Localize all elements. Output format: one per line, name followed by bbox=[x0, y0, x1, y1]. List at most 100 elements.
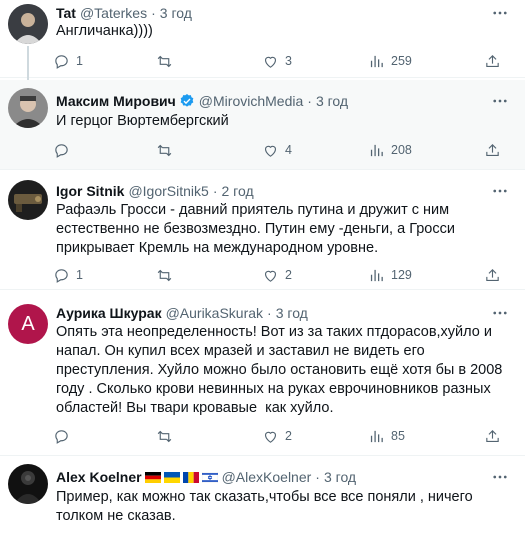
retweet-icon bbox=[157, 144, 172, 156]
retweet-icon bbox=[157, 430, 172, 442]
reply-button[interactable]: 1 bbox=[53, 51, 83, 71]
display-name[interactable]: Аурика Шкурак bbox=[56, 304, 162, 322]
share-icon bbox=[486, 143, 499, 156]
tweet-sitnik[interactable]: Igor Sitnik @IgorSitnik5 · 2 год Рафаэль… bbox=[0, 170, 525, 290]
timestamp[interactable]: 3 год bbox=[160, 4, 192, 22]
heart-icon bbox=[264, 56, 277, 68]
tweet-actions: 4 208 bbox=[48, 140, 508, 160]
separator-dot: · bbox=[307, 93, 312, 109]
display-name[interactable]: Igor Sitnik bbox=[56, 182, 124, 200]
views-icon bbox=[370, 269, 383, 281]
views-button[interactable]: 129 bbox=[368, 265, 412, 285]
more-options-icon[interactable] bbox=[491, 92, 509, 110]
more-options-icon[interactable] bbox=[491, 4, 509, 22]
views-button[interactable]: 208 bbox=[368, 140, 412, 160]
tweet-text: Рафаэль Гросси - давний приятель путина … bbox=[56, 202, 459, 256]
tweet-header: Максим Мирович @MirovichMedia · 3 год bbox=[56, 92, 348, 110]
views-icon bbox=[370, 144, 383, 156]
reply-icon bbox=[55, 268, 68, 283]
like-button[interactable]: 2 bbox=[262, 426, 292, 446]
tweet-text: Пример, как можно так сказать,чтобы все … bbox=[56, 489, 477, 524]
separator-dot: · bbox=[212, 183, 218, 199]
heart-icon bbox=[264, 145, 277, 157]
retweet-icon bbox=[157, 269, 172, 281]
germany-flag-icon bbox=[144, 471, 161, 483]
reply-button[interactable] bbox=[53, 140, 76, 160]
user-handle[interactable]: @IgorSitnik5 bbox=[128, 182, 208, 200]
heart-icon bbox=[264, 270, 277, 282]
avatar[interactable] bbox=[8, 4, 48, 44]
timestamp[interactable]: 3 год bbox=[324, 468, 356, 486]
reply-icon bbox=[55, 54, 68, 69]
tweet-text: Англичанка)))) bbox=[56, 23, 153, 39]
views-button[interactable]: 85 bbox=[368, 426, 405, 446]
moldova-flag-icon bbox=[182, 471, 199, 483]
tweet-text: И герцог Вюртембергский bbox=[56, 113, 229, 129]
retweet-icon bbox=[157, 55, 172, 67]
views-button[interactable]: 259 bbox=[368, 51, 412, 71]
retweet-button[interactable] bbox=[156, 51, 179, 71]
tweet-header: Alex Koelner @AlexKoelner · 3 год bbox=[56, 468, 356, 486]
share-icon bbox=[486, 268, 499, 281]
reply-count: 1 bbox=[76, 54, 83, 68]
more-options-icon[interactable] bbox=[491, 304, 509, 322]
avatar[interactable] bbox=[8, 464, 48, 504]
tweet-actions: 1 2 129 bbox=[48, 265, 508, 285]
user-handle[interactable]: @AurikaSkurak bbox=[166, 304, 263, 322]
tweet-koelner[interactable]: Alex Koelner @AlexKoelner · 3 год Пример… bbox=[0, 456, 525, 536]
views-icon bbox=[370, 430, 383, 442]
user-handle[interactable]: @AlexKoelner bbox=[222, 468, 312, 486]
view-count: 129 bbox=[391, 268, 412, 282]
reply-count: 1 bbox=[76, 268, 83, 282]
share-button[interactable] bbox=[484, 265, 501, 285]
timestamp[interactable]: 3 год bbox=[316, 92, 348, 110]
view-count: 259 bbox=[391, 54, 412, 68]
reply-icon bbox=[55, 429, 68, 444]
tweet-skurak[interactable]: A Аурика Шкурак @AurikaSkurak · 3 год Оп… bbox=[0, 290, 525, 456]
user-handle[interactable]: @MirovichMedia bbox=[199, 92, 303, 110]
share-button[interactable] bbox=[484, 140, 501, 160]
tweet-header: Аурика Шкурак @AurikaSkurak · 3 год bbox=[56, 304, 308, 322]
retweet-button[interactable] bbox=[156, 265, 179, 285]
tweet-actions: 2 85 bbox=[48, 426, 508, 446]
like-count: 3 bbox=[285, 54, 292, 68]
views-icon bbox=[370, 55, 383, 67]
display-name[interactable]: Tat bbox=[56, 4, 76, 22]
display-name[interactable]: Максим Мирович bbox=[56, 92, 176, 110]
tweet-text: Опять эта неопределенность! Вот из за та… bbox=[56, 324, 507, 416]
timestamp[interactable]: 3 год bbox=[276, 304, 308, 322]
view-count: 208 bbox=[391, 143, 412, 157]
avatar[interactable]: A bbox=[8, 304, 48, 344]
separator-dot: · bbox=[315, 469, 320, 485]
avatar[interactable] bbox=[8, 88, 48, 128]
tweet-actions: 1 3 259 bbox=[48, 51, 508, 71]
heart-icon bbox=[264, 431, 277, 443]
retweet-button[interactable] bbox=[156, 426, 179, 446]
separator-dot: · bbox=[267, 305, 272, 321]
more-options-icon[interactable] bbox=[491, 468, 509, 486]
avatar[interactable] bbox=[8, 180, 48, 220]
tweet-header: Igor Sitnik @IgorSitnik5 · 2 год bbox=[56, 182, 254, 200]
share-icon bbox=[486, 54, 499, 67]
like-count: 2 bbox=[285, 268, 292, 282]
tweet-mirovich[interactable]: Максим Мирович @MirovichMedia · 3 год И … bbox=[0, 80, 525, 170]
like-button[interactable]: 3 bbox=[262, 51, 292, 71]
thread-line bbox=[27, 46, 29, 80]
ukraine-flag-icon bbox=[163, 471, 180, 483]
timestamp[interactable]: 2 год bbox=[221, 182, 253, 200]
like-count: 2 bbox=[285, 429, 292, 443]
share-button[interactable] bbox=[484, 51, 501, 71]
reply-icon bbox=[55, 143, 68, 158]
like-count: 4 bbox=[285, 143, 292, 157]
tweet-tat[interactable]: Tat @Taterkes · 3 год Англичанка)))) 1 3… bbox=[0, 0, 525, 78]
retweet-button[interactable] bbox=[156, 140, 179, 160]
user-handle[interactable]: @Taterkes bbox=[80, 4, 147, 22]
display-name[interactable]: Alex Koelner bbox=[56, 468, 142, 486]
reply-button[interactable]: 1 bbox=[53, 265, 83, 285]
view-count: 85 bbox=[391, 429, 405, 443]
reply-button[interactable] bbox=[53, 426, 76, 446]
like-button[interactable]: 4 bbox=[262, 140, 292, 160]
share-button[interactable] bbox=[484, 426, 501, 446]
like-button[interactable]: 2 bbox=[262, 265, 292, 285]
more-options-icon[interactable] bbox=[491, 182, 509, 200]
